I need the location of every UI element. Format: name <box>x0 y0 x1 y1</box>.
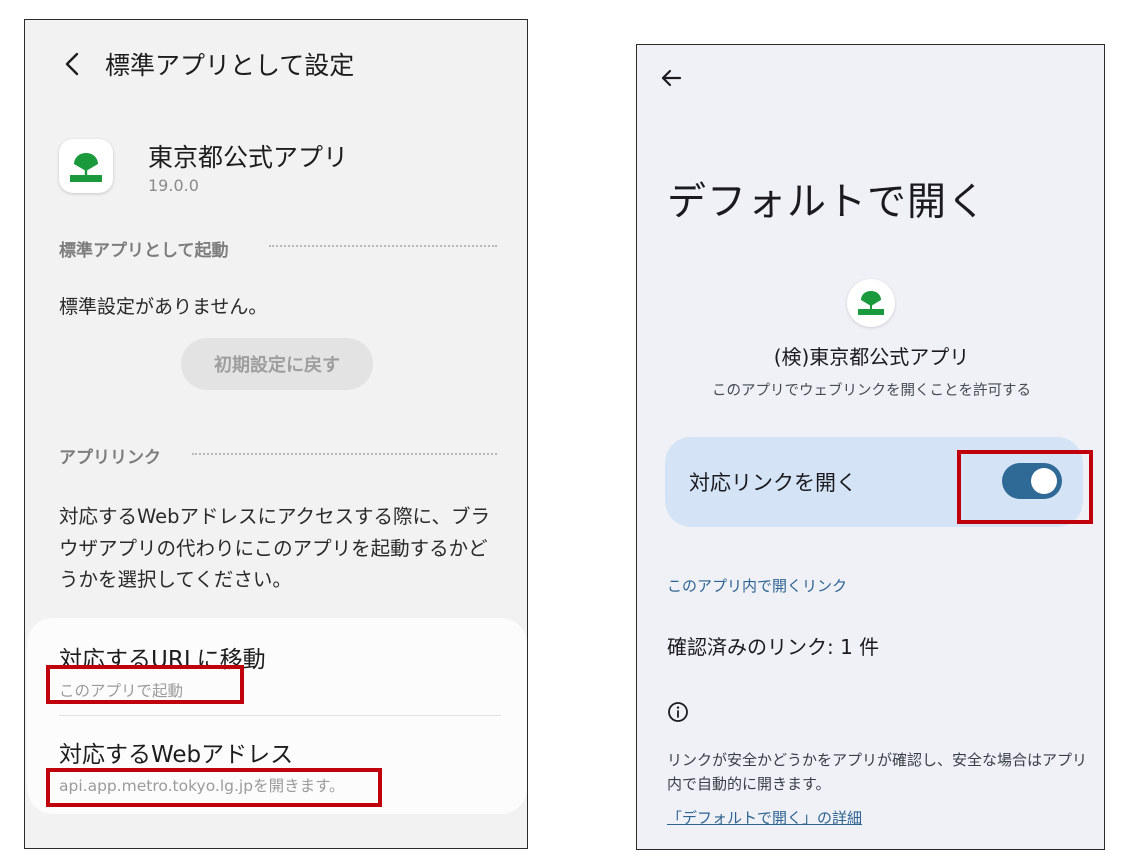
app-links-description: 対応するWebアドレスにアクセスする際に、ブラウザアプリの代わりにこのアプリを起… <box>59 505 490 591</box>
page-title: 標準アプリとして設定 <box>105 51 355 80</box>
info-text: リンクが安全かどうかをアプリが確認し、安全な場合はアプリ内で自動的に開きます。 <box>667 751 1088 793</box>
app-version: 19.0.0 <box>148 176 199 195</box>
page-title: デフォルトで開く <box>667 180 988 225</box>
section-divider <box>269 245 497 247</box>
right-screen-pixel-settings: デフォルトで開く (検)東京都公式アプリ このアプリでウェブリンクを開くことを許… <box>636 44 1105 850</box>
setting-title: 対応するWebアドレス <box>59 742 294 768</box>
app-name: (検)東京都公式アプリ <box>773 345 970 369</box>
divider <box>59 715 501 716</box>
app-icon <box>847 279 895 327</box>
default-status-text: 標準設定がありません。 <box>59 296 268 318</box>
highlight-box-launch-in-app <box>46 665 244 704</box>
info-icon <box>668 702 688 722</box>
app-subtitle: このアプリでウェブリンクを開くことを許可する <box>712 383 1031 399</box>
section-heading-app-links: アプリリンク <box>59 448 161 468</box>
highlight-box-toggle <box>957 450 1093 524</box>
reset-defaults-button[interactable]: 初期設定に戻す <box>181 338 373 390</box>
links-section-heading: このアプリ内で開くリンク <box>667 577 848 595</box>
verified-links-count[interactable]: 確認済みのリンク: 1 件 <box>667 631 879 660</box>
app-name: 東京都公式アプリ <box>148 143 349 172</box>
arrow-left-icon[interactable] <box>659 67 683 89</box>
toggle-label: 対応リンクを開く <box>689 471 857 495</box>
open-by-default-details-link[interactable]: 「デフォルトで開く」の詳細 <box>667 807 862 828</box>
highlight-box-web-address <box>46 768 382 807</box>
ginkgo-leaf-icon <box>858 291 884 315</box>
section-heading-default-launch: 標準アプリとして起動 <box>59 241 229 261</box>
left-screen-samsung-settings: 標準アプリとして設定 東京都公式アプリ 19.0.0 標準アプリとして起動 標準… <box>24 19 528 849</box>
chevron-left-icon[interactable] <box>61 50 85 78</box>
section-divider <box>192 453 497 455</box>
ginkgo-leaf-icon <box>70 153 102 182</box>
app-icon <box>59 139 113 193</box>
